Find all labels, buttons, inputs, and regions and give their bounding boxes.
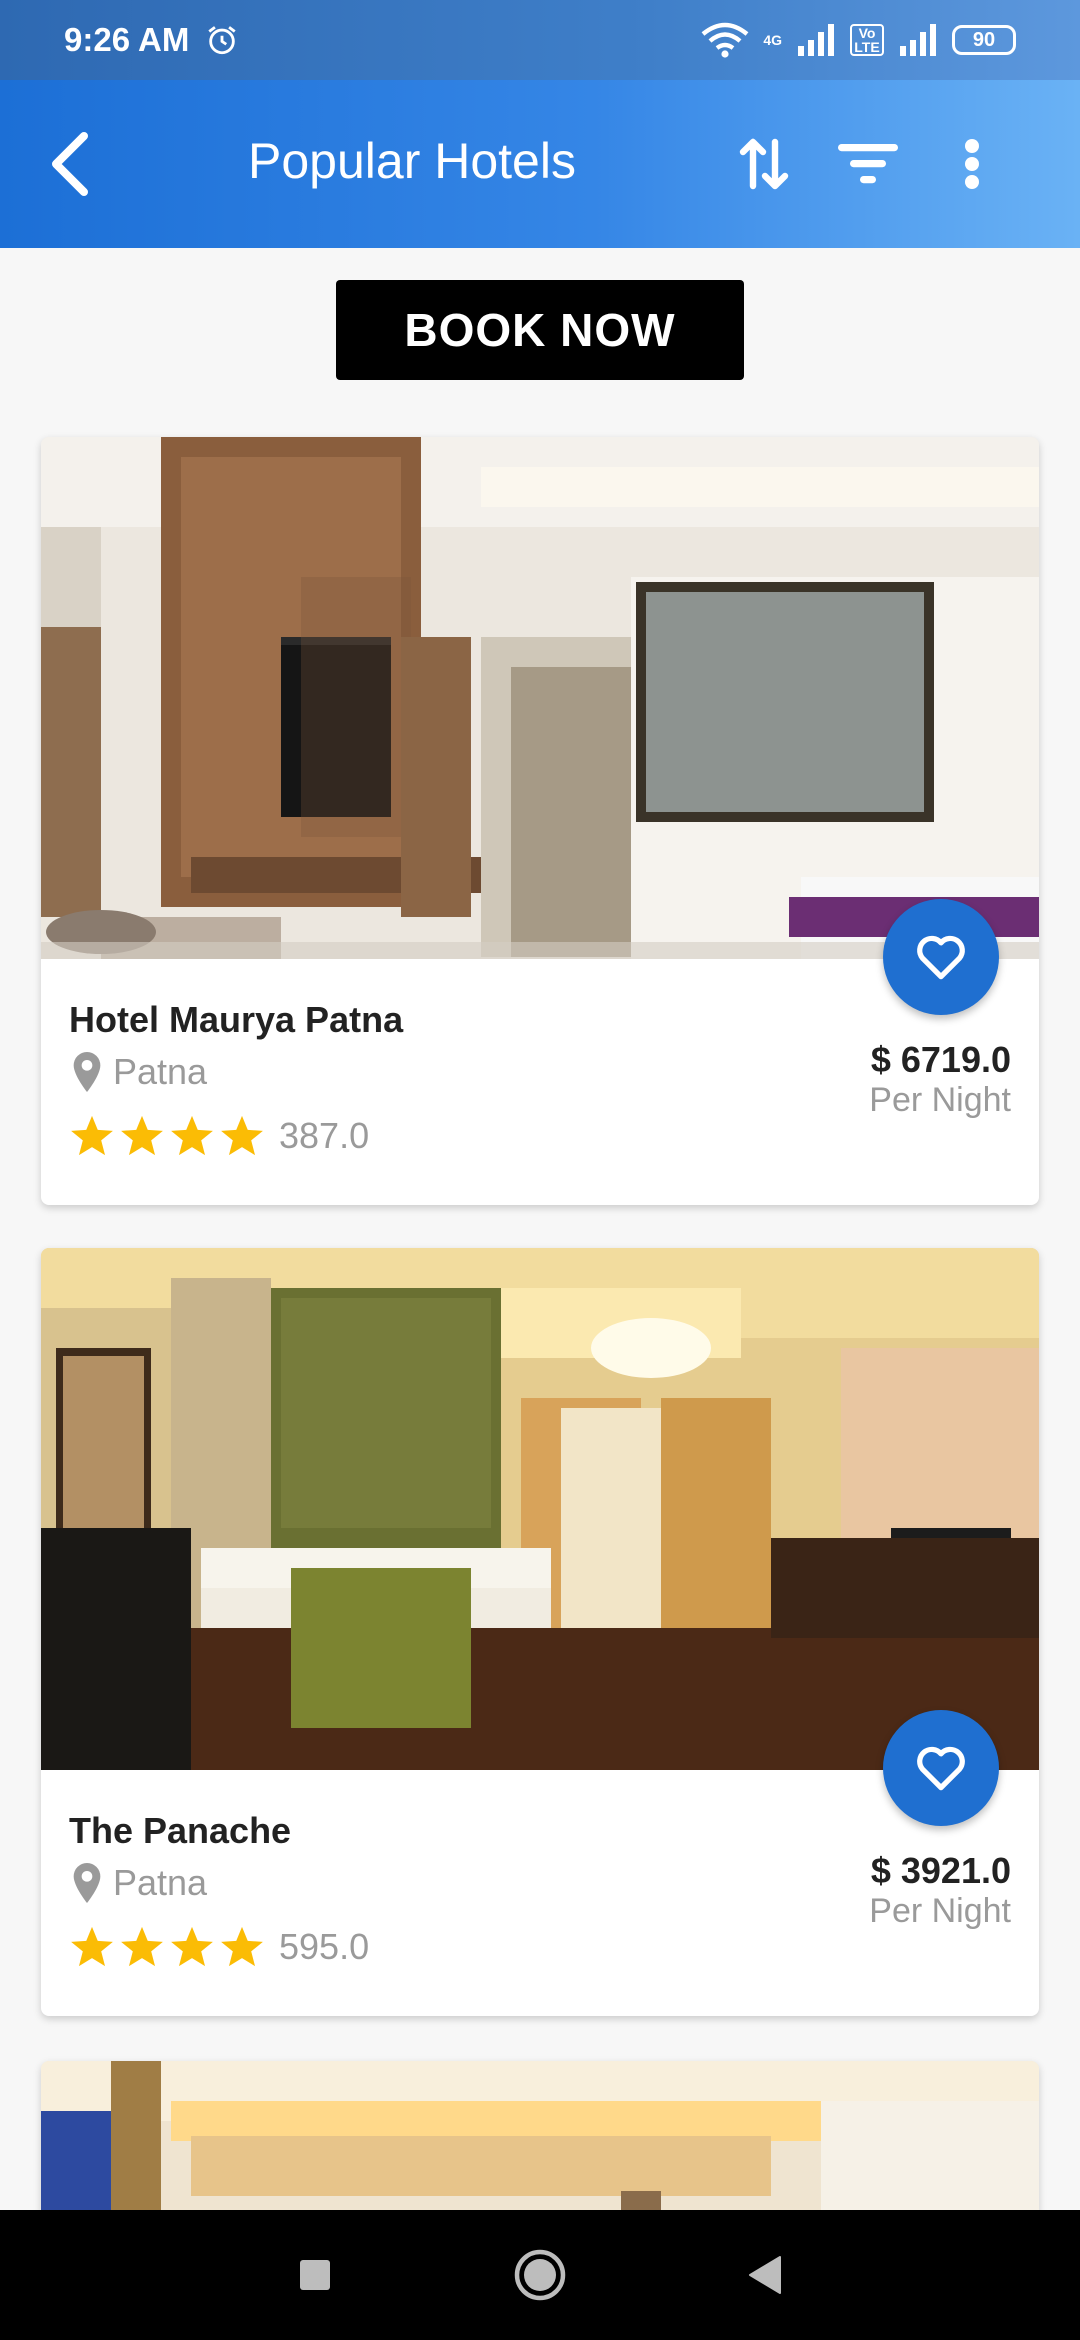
rating-row: 595.0 <box>69 1924 369 1970</box>
sort-button[interactable] <box>728 128 800 200</box>
hotel-name: Hotel Maurya Patna <box>69 999 404 1040</box>
sort-icon <box>739 138 789 190</box>
heart-outline-icon <box>917 935 965 980</box>
status-icons: 4G Vo LTE 90 <box>701 22 1016 58</box>
favorite-button[interactable] <box>883 899 999 1015</box>
location-pin-icon <box>73 1052 101 1092</box>
rating-row: 387.0 <box>69 1113 369 1159</box>
star-icon <box>221 1926 263 1967</box>
heart-outline-icon <box>917 1746 965 1791</box>
signal-icon <box>798 24 834 56</box>
volte-badge: Vo LTE <box>850 24 884 56</box>
book-now-button[interactable]: BOOK NOW <box>336 280 744 380</box>
battery-icon: 90 <box>952 25 1016 55</box>
hotel-card[interactable]: Hotel Maurya Patna Patna 387.0 $ 6719.0 … <box>41 437 1039 1205</box>
star-icon <box>171 1926 213 1967</box>
network-type-label: 4G <box>763 32 782 48</box>
battery-level: 90 <box>972 28 996 51</box>
rating-value: 595.0 <box>279 1926 370 1967</box>
star-icon <box>121 1926 163 1967</box>
hotel-price: $ 6719.0 <box>870 1039 1011 1080</box>
filter-button[interactable] <box>832 128 904 200</box>
per-night-label: Per Night <box>869 1892 1011 1930</box>
location-label: Patna <box>113 1051 208 1092</box>
star-icon <box>171 1115 213 1156</box>
signal-icon-2 <box>900 24 936 56</box>
hotel-location: Patna <box>69 1051 207 1093</box>
back-button[interactable] <box>36 128 108 200</box>
recents-button[interactable] <box>285 2245 345 2305</box>
filter-icon <box>838 144 898 184</box>
back-nav-button[interactable] <box>735 2245 795 2305</box>
hotel-location: Patna <box>69 1862 207 1904</box>
alarm-icon <box>208 26 236 55</box>
hotel-price: $ 3921.0 <box>870 1850 1011 1891</box>
recents-square-icon <box>300 2260 330 2290</box>
status-bar: 9:26 AM 4G Vo LTE 90 <box>0 0 1080 80</box>
back-arrow-icon <box>52 132 88 196</box>
rating-value: 387.0 <box>279 1115 370 1156</box>
location-label: Patna <box>113 1862 208 1903</box>
home-button[interactable] <box>510 2245 570 2305</box>
per-night-label: Per Night <box>869 1081 1011 1119</box>
hotel-name: The Panache <box>69 1810 292 1851</box>
wifi-icon <box>701 22 749 58</box>
star-icon <box>71 1926 113 1967</box>
system-nav-bar <box>0 2210 1080 2340</box>
star-icon <box>221 1115 263 1156</box>
page-title: Popular Hotels <box>248 133 576 189</box>
hotel-image[interactable] <box>41 1248 1039 1770</box>
home-circle-icon <box>514 2249 566 2301</box>
hotel-card[interactable]: The Panache Patna 595.0 $ 3921.0 Per Nig… <box>41 1248 1039 2016</box>
app-bar: Popular Hotels <box>0 80 1080 248</box>
hotel-image[interactable] <box>41 437 1039 959</box>
status-time: 9:26 AM <box>64 21 190 58</box>
more-options-button[interactable] <box>936 128 1008 200</box>
favorite-button[interactable] <box>883 1710 999 1826</box>
back-triangle-icon <box>749 2256 781 2294</box>
star-icon <box>71 1115 113 1156</box>
more-vert-icon <box>965 139 979 189</box>
star-icon <box>121 1115 163 1156</box>
location-pin-icon <box>73 1863 101 1903</box>
